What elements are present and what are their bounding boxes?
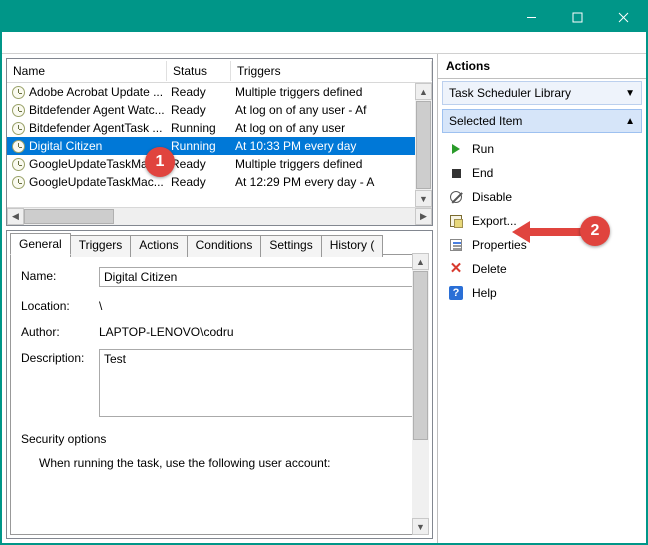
clock-icon: [11, 175, 25, 189]
column-header-name[interactable]: Name: [7, 61, 167, 81]
task-name: GoogleUpdateTaskMac...: [29, 175, 171, 189]
task-status: Ready: [171, 157, 235, 171]
task-row[interactable]: GoogleUpdateTaskMac...ReadyMultiple trig…: [7, 155, 432, 173]
clock-icon: [11, 157, 25, 171]
task-status: Ready: [171, 85, 235, 99]
stop-icon: [448, 165, 464, 181]
section-label: Selected Item: [449, 114, 522, 128]
action-help[interactable]: ? Help: [442, 281, 642, 305]
value-author: LAPTOP-LENOVO\codru: [99, 323, 234, 339]
section-label: Task Scheduler Library: [449, 86, 571, 100]
close-button[interactable]: [600, 2, 646, 32]
task-status: Running: [171, 139, 235, 153]
maximize-button[interactable]: [554, 2, 600, 32]
task-list-panel: Name Status Triggers Adobe Acrobat Updat…: [6, 58, 433, 226]
task-list-horizontal-scrollbar[interactable]: ◀▶: [7, 207, 432, 225]
task-row[interactable]: Bitdefender AgentTask ...RunningAt log o…: [7, 119, 432, 137]
label-description: Description:: [21, 349, 99, 365]
task-row[interactable]: GoogleUpdateTaskMac...ReadyAt 12:29 PM e…: [7, 173, 432, 191]
properties-icon: [448, 237, 464, 253]
tab-history-[interactable]: History (: [321, 235, 384, 257]
annotation-callout-2: 2: [580, 216, 610, 246]
actions-panel: Actions Task Scheduler Library ▼ Selecte…: [437, 54, 646, 543]
help-icon: ?: [448, 285, 464, 301]
task-status: Ready: [171, 175, 235, 189]
task-triggers: At 12:29 PM every day - A: [235, 175, 432, 189]
column-header-triggers[interactable]: Triggers: [231, 61, 432, 81]
task-triggers: Multiple triggers defined: [235, 85, 432, 99]
task-triggers: At 10:33 PM every day: [235, 139, 432, 153]
task-triggers: At log on of any user: [235, 121, 432, 135]
collapse-icon: ▲: [625, 116, 635, 127]
section-selected-item[interactable]: Selected Item ▲: [442, 109, 642, 133]
minimize-button[interactable]: [508, 2, 554, 32]
action-properties[interactable]: Properties: [442, 233, 642, 257]
tab-page-general: Name: Location: \ Author: LAPTOP-LENOVO\…: [10, 254, 429, 535]
task-status: Ready: [171, 103, 235, 117]
column-header-status[interactable]: Status: [167, 61, 231, 81]
task-status: Running: [171, 121, 235, 135]
collapse-icon: ▼: [625, 88, 635, 99]
task-row[interactable]: Digital CitizenRunningAt 10:33 PM every …: [7, 137, 432, 155]
task-list-header: Name Status Triggers: [7, 59, 432, 83]
name-field[interactable]: [99, 267, 418, 287]
description-field[interactable]: Test: [99, 349, 418, 417]
action-disable[interactable]: Disable: [442, 185, 642, 209]
tab-general[interactable]: General: [10, 233, 71, 255]
task-detail-panel: GeneralTriggersActionsConditionsSettings…: [6, 230, 433, 539]
tab-conditions[interactable]: Conditions: [187, 235, 262, 257]
clock-icon: [11, 139, 25, 153]
label-name: Name:: [21, 267, 99, 283]
disable-icon: [448, 189, 464, 205]
clock-icon: [11, 103, 25, 117]
task-triggers: Multiple triggers defined: [235, 157, 432, 171]
action-delete[interactable]: ✕ Delete: [442, 257, 642, 281]
menu-bar: [2, 32, 646, 54]
export-icon: [448, 213, 464, 229]
label-author: Author:: [21, 323, 99, 339]
window-titlebar: [2, 2, 646, 32]
task-row[interactable]: Adobe Acrobat Update ...ReadyMultiple tr…: [7, 83, 432, 101]
annotation-callout-1: 1: [145, 147, 175, 177]
task-row[interactable]: Bitdefender Agent Watc...ReadyAt log on …: [7, 101, 432, 119]
clock-icon: [11, 85, 25, 99]
action-run[interactable]: Run: [442, 137, 642, 161]
task-name: Adobe Acrobat Update ...: [29, 85, 171, 99]
section-task-scheduler-library[interactable]: Task Scheduler Library ▼: [442, 81, 642, 105]
tab-triggers[interactable]: Triggers: [70, 235, 132, 257]
clock-icon: [11, 121, 25, 135]
action-end[interactable]: End: [442, 161, 642, 185]
tab-settings[interactable]: Settings: [260, 235, 321, 257]
task-name: Bitdefender Agent Watc...: [29, 103, 171, 117]
task-triggers: At log on of any user - Af: [235, 103, 432, 117]
value-location: \: [99, 297, 102, 313]
play-icon: [448, 141, 464, 157]
security-options-text: When running the task, use the following…: [39, 456, 418, 470]
task-list-vertical-scrollbar[interactable]: ▲▼: [415, 83, 432, 207]
label-location: Location:: [21, 297, 99, 313]
security-options-header: Security options: [21, 432, 418, 446]
actions-panel-title: Actions: [438, 54, 646, 79]
delete-icon: ✕: [448, 261, 464, 277]
annotation-arrow: [528, 228, 583, 236]
detail-vertical-scrollbar[interactable]: ▲▼: [412, 253, 429, 535]
tab-actions[interactable]: Actions: [130, 235, 187, 257]
task-name: Bitdefender AgentTask ...: [29, 121, 171, 135]
